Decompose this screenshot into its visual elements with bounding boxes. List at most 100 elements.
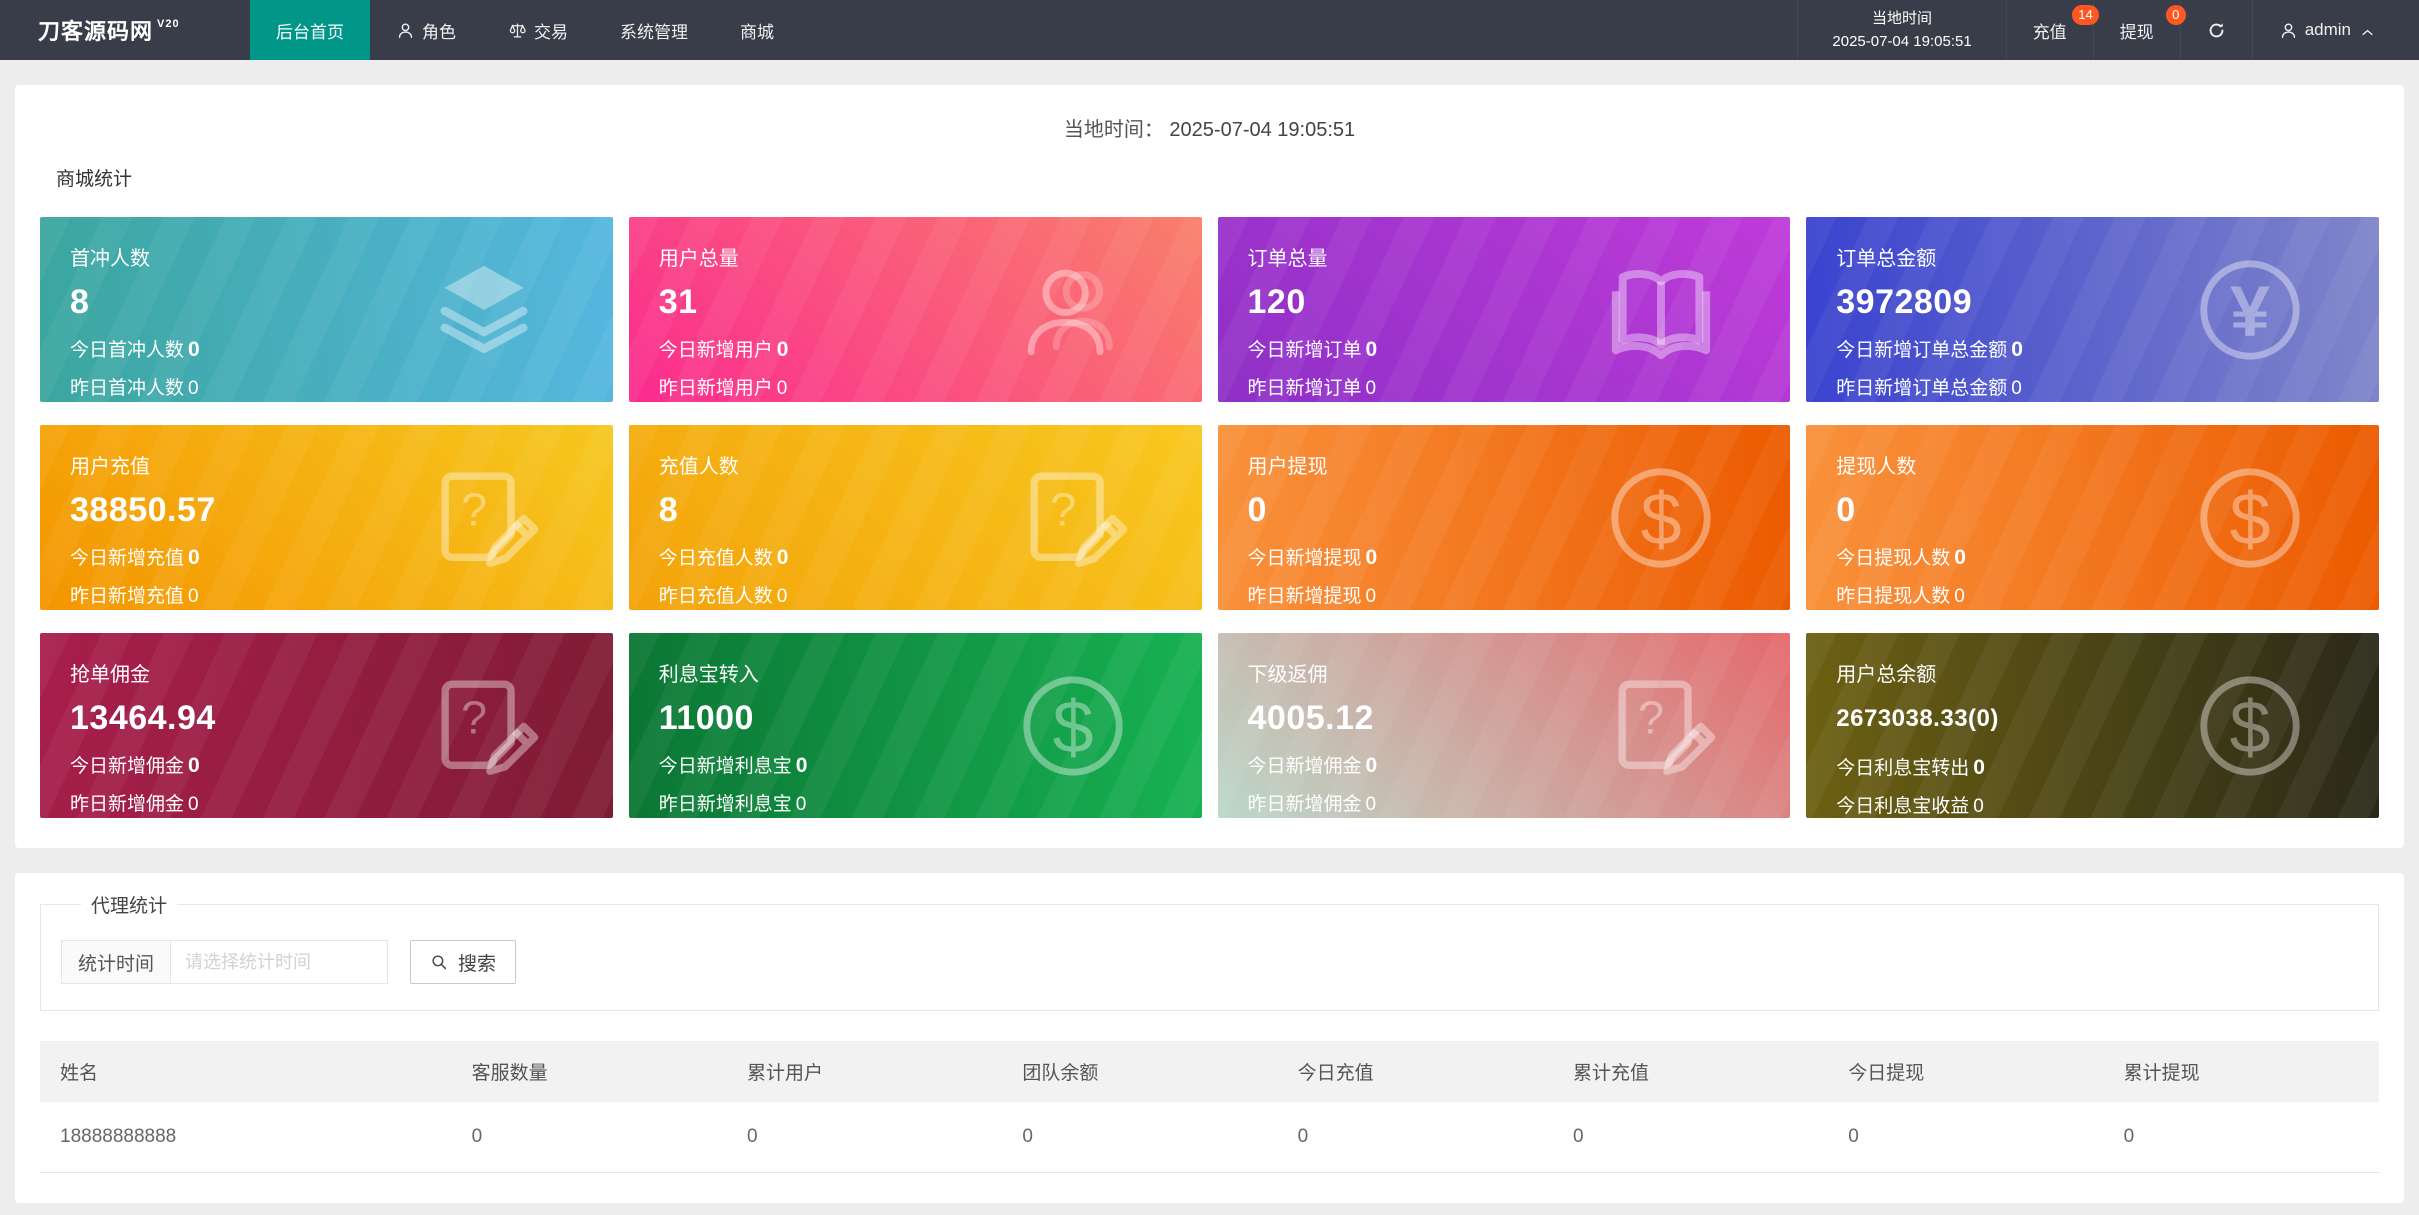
content-local-time-value: 2025-07-04 19:05:51: [1169, 119, 1355, 141]
stat-card-line2: 今日充值人数0: [659, 543, 1202, 570]
table-header-今日提现: 今日提现: [1828, 1041, 2103, 1102]
stat-card-line2: 今日新增充值0: [70, 543, 613, 570]
stat-card-line3: 昨日充值人数0: [659, 581, 1202, 608]
stat-card-line2: 今日新增订单总金额0: [1836, 335, 2379, 362]
stat-card-line2: 今日提现人数0: [1836, 543, 2379, 570]
stat-card-line3: 昨日新增利息宝0: [659, 789, 1202, 816]
table-header-姓名: 姓名: [40, 1041, 452, 1102]
app-logo-text: 刀客源码网: [38, 14, 153, 46]
stat-card-value: 3972809: [1836, 283, 2379, 322]
menu-item-交易[interactable]: 交易: [482, 0, 594, 60]
stat-card-订单总量: 订单总量120今日新增订单0昨日新增订单0: [1218, 217, 1791, 402]
stat-card-line3: 昨日新增佣金0: [1248, 789, 1791, 816]
stat-card-title: 利息宝转入: [659, 658, 1202, 687]
stat-card-value: 4005.12: [1248, 699, 1791, 738]
menu-item-label: 系统管理: [620, 18, 688, 43]
stat-card-title: 抢单佣金: [70, 658, 613, 687]
stat-card-value: 0: [1248, 491, 1791, 530]
table-header-累计充值: 累计充值: [1553, 1041, 1828, 1102]
stat-card-line3: 昨日新增充值0: [70, 581, 613, 608]
stat-time-label: 统计时间: [61, 940, 171, 984]
refresh-button[interactable]: [2180, 0, 2252, 60]
user-icon: [396, 21, 415, 40]
stat-card-title: 提现人数: [1836, 450, 2379, 479]
navbar-local-time-value: 2025-07-04 19:05:51: [1832, 30, 1971, 53]
stat-card-value: 8: [659, 491, 1202, 530]
stat-card-充值人数: 充值人数8今日充值人数0昨日充值人数0?: [629, 425, 1202, 610]
agent-table: 姓名客服数量累计用户团队余额今日充值累计充值今日提现累计提现 188888888…: [40, 1041, 2379, 1173]
stat-card-line2: 今日新增提现0: [1248, 543, 1791, 570]
table-header-累计用户: 累计用户: [727, 1041, 1002, 1102]
menu-item-label: 角色: [422, 18, 456, 43]
stat-card-value: 31: [659, 283, 1202, 322]
user-icon: [2279, 21, 2298, 40]
menu-item-系统管理[interactable]: 系统管理: [594, 0, 714, 60]
stat-card-line2: 今日新增订单0: [1248, 335, 1791, 362]
user-menu[interactable]: admin: [2252, 0, 2401, 60]
stat-time-input[interactable]: [170, 940, 388, 984]
table-cell: 0: [2104, 1102, 2379, 1173]
stat-card-用户总量: 用户总量 31 今日新增用户0 昨日新增用户0: [629, 217, 1202, 402]
search-button-label: 搜索: [458, 949, 496, 976]
navbar-local-time-label: 当地时间: [1872, 7, 1932, 30]
stat-card-value: 2673038.33(0): [1836, 699, 2379, 740]
menu-item-label: 后台首页: [276, 18, 344, 43]
agent-panel: 代理统计 统计时间 搜索 姓名客服数量累计用户团队余额今日充值累计充值今日提现累…: [15, 873, 2404, 1203]
top-navbar: 刀客源码网 V20 后台首页 角色 交易 系统管理 商城 当地时间 2025-07-04…: [0, 0, 2419, 60]
stat-card-title: 用户提现: [1248, 450, 1791, 479]
recharge-button-label: 充值: [2033, 18, 2067, 43]
table-row: 188888888880000000: [40, 1102, 2379, 1173]
stat-card-title: 下级返佣: [1248, 658, 1791, 687]
stat-card-value: 13464.94: [70, 699, 613, 738]
table-cell: 18888888888: [40, 1102, 452, 1173]
stat-card-用户提现: 用户提现0今日新增提现0昨日新增提现0$: [1218, 425, 1791, 610]
stat-card-line3: 昨日首冲人数0: [70, 373, 613, 400]
stat-card-title: 充值人数: [659, 450, 1202, 479]
navbar-right: 当地时间 2025-07-04 19:05:51 充值 14 提现 0: [1797, 0, 2419, 60]
withdraw-button[interactable]: 提现 0: [2093, 0, 2180, 60]
menu-item-label: 交易: [534, 18, 568, 43]
search-icon: [430, 953, 449, 972]
withdraw-button-label: 提现: [2120, 18, 2154, 43]
table-cell: 0: [1828, 1102, 2103, 1173]
stat-card-line3: 昨日新增用户0: [659, 373, 1202, 400]
recharge-button[interactable]: 充值 14: [2006, 0, 2093, 60]
agent-filter-row: 统计时间 搜索: [61, 940, 2358, 984]
stat-card-line3: 昨日新增订单0: [1248, 373, 1791, 400]
menu-item-商城[interactable]: 商城: [714, 0, 800, 60]
chevron-up-icon: [2360, 23, 2375, 38]
menu-item-角色[interactable]: 角色: [370, 0, 482, 60]
table-cell: 0: [1553, 1102, 1828, 1173]
table-header-团队余额: 团队余额: [1002, 1041, 1277, 1102]
stat-card-line2: 今日首冲人数0: [70, 335, 613, 362]
app-logo-version: V20: [157, 18, 180, 30]
table-header-客服数量: 客服数量: [452, 1041, 727, 1102]
menu-item-后台首页[interactable]: 后台首页: [250, 0, 370, 60]
agent-fieldset: 代理统计 统计时间 搜索: [40, 891, 2379, 1011]
table-cell: 0: [1002, 1102, 1277, 1173]
search-button[interactable]: 搜索: [410, 940, 516, 984]
stat-card-line3: 昨日新增提现0: [1248, 581, 1791, 608]
stat-card-value: 8: [70, 283, 613, 322]
stat-card-line3: 昨日新增佣金0: [70, 789, 613, 816]
table-cell: 0: [1278, 1102, 1553, 1173]
stat-card-value: 120: [1248, 283, 1791, 322]
scales-icon: [508, 21, 527, 40]
stat-card-首冲人数: 首冲人数 8 今日首冲人数0 昨日首冲人数0: [40, 217, 613, 402]
stat-card-title: 首冲人数: [70, 242, 613, 271]
stat-card-line2: 今日新增用户0: [659, 335, 1202, 362]
table-cell: 0: [727, 1102, 1002, 1173]
stat-card-title: 用户总量: [659, 242, 1202, 271]
stats-section-title: 商城统计: [56, 164, 2379, 191]
stat-card-利息宝转入: 利息宝转入11000今日新增利息宝0昨日新增利息宝0$: [629, 633, 1202, 818]
stat-card-提现人数: 提现人数0今日提现人数0昨日提现人数0$: [1806, 425, 2379, 610]
stat-card-下级返佣: 下级返佣4005.12今日新增佣金0昨日新增佣金0?: [1218, 633, 1791, 818]
username: admin: [2305, 20, 2351, 40]
stat-card-订单总金额: 订单总金额3972809今日新增订单总金额0昨日新增订单总金额0¥: [1806, 217, 2379, 402]
table-header-今日充值: 今日充值: [1278, 1041, 1553, 1102]
stats-grid: 首冲人数8今日首冲人数0昨日首冲人数0用户总量31今日新增用户0昨日新增用户0订…: [40, 217, 2379, 818]
stat-card-line3: 昨日提现人数0: [1836, 581, 2379, 608]
app-logo: 刀客源码网 V20: [0, 0, 250, 60]
stat-card-line2: 今日新增佣金0: [1248, 751, 1791, 778]
stat-card-line3: 昨日新增订单总金额0: [1836, 373, 2379, 400]
